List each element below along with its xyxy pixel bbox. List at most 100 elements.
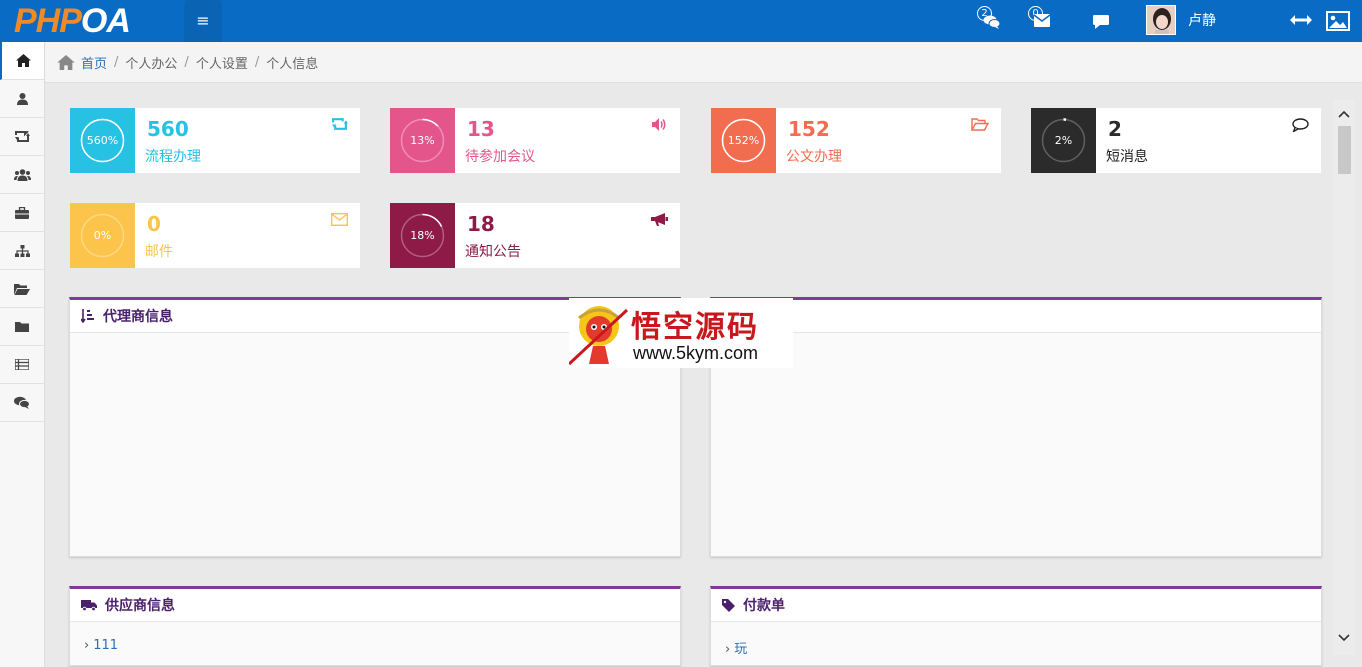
briefcase-icon <box>15 206 29 219</box>
folder-open-icon <box>971 118 989 131</box>
stat-number: 152 <box>788 117 830 141</box>
messages-button[interactable]: 2 <box>977 6 1007 34</box>
wallpaper-button[interactable] <box>1322 5 1350 31</box>
logo-oa: OA <box>80 2 131 40</box>
sort-amount-icon <box>81 309 94 323</box>
main-scrollbar[interactable] <box>1333 100 1355 655</box>
watermark-url: www.5kym.com <box>633 343 759 363</box>
scrollbar-thumb[interactable] <box>1338 126 1351 174</box>
menu-toggle-button[interactable]: ≡ <box>186 0 220 42</box>
breadcrumb-personal-office[interactable]: 个人办公 <box>125 53 177 72</box>
stat-percent: 0% <box>93 229 112 242</box>
avatar[interactable] <box>1146 5 1176 35</box>
breadcrumb-personal-settings[interactable]: 个人设置 <box>196 53 248 72</box>
stat-box-meetings[interactable]: 13% 13 待参加会议 <box>390 108 680 173</box>
sidebar-item-organization[interactable] <box>0 232 44 270</box>
envelope-icon <box>331 213 348 226</box>
stat-number: 13 <box>467 117 495 141</box>
home-icon <box>15 54 31 67</box>
stat-box-announcements[interactable]: 18% 18 通知公告 <box>390 203 680 268</box>
sidebar-item-messages[interactable] <box>0 384 44 422</box>
stat-box-workflow[interactable]: 560% 560 流程办理 <box>70 108 360 173</box>
user-icon <box>16 92 28 105</box>
scroll-down-arrow-icon[interactable] <box>1338 631 1350 643</box>
sidebar-item-users[interactable] <box>0 156 44 194</box>
stat-box-mail[interactable]: 0% 0 邮件 <box>70 203 360 268</box>
stat-label: 短消息 <box>1106 149 1148 165</box>
mail-button[interactable]: 0 <box>1028 6 1058 34</box>
stat-number: 0 <box>147 212 161 236</box>
list-item-label: 玩 <box>734 642 748 657</box>
sidebar-item-documents[interactable] <box>0 270 44 308</box>
stat-icon-block: 13% <box>390 108 455 173</box>
stat-number: 2 <box>1108 117 1122 141</box>
home-icon <box>57 54 75 70</box>
stat-number: 560 <box>147 117 189 141</box>
monkey-king-logo <box>569 306 629 366</box>
stat-label: 流程办理 <box>145 149 201 165</box>
sidebar-item-office[interactable] <box>0 194 44 232</box>
stat-label: 通知公告 <box>465 244 521 260</box>
sitemap-icon <box>14 244 30 257</box>
stat-percent: 560% <box>86 134 119 147</box>
breadcrumb-separator: / <box>184 54 189 70</box>
stat-icon-block: 152% <box>711 108 776 173</box>
panel-payment-orders: 付款单 › 玩 <box>710 586 1322 666</box>
avatar-image <box>1147 6 1175 34</box>
list-icon <box>15 359 29 370</box>
panel-header: 供应商信息 <box>70 589 680 622</box>
stat-percent: 13% <box>410 134 435 147</box>
breadcrumb-separator: / <box>114 54 119 70</box>
sidebar-item-user[interactable] <box>0 80 44 118</box>
logo-php: PHP <box>14 2 82 40</box>
scroll-up-arrow-icon[interactable] <box>1338 109 1350 121</box>
username[interactable]: 卢静 <box>1188 10 1216 30</box>
sidebar-item-home[interactable] <box>0 42 44 80</box>
panel-supplier-info: 供应商信息 › 111 <box>69 586 681 666</box>
stat-icon-block: 2% <box>1031 108 1096 173</box>
stat-icon-block: 18% <box>390 203 455 268</box>
stat-box-documents[interactable]: 152% 152 公文办理 <box>711 108 1001 173</box>
arrows-h-icon <box>1290 15 1312 25</box>
list-item[interactable]: › 111 <box>70 622 680 653</box>
panel-header: 付款单 <box>711 589 1321 622</box>
stat-percent: 152% <box>727 134 760 147</box>
panel-unnamed <box>710 297 1322 557</box>
tag-icon <box>722 598 735 612</box>
watermark-title: 悟空源码 <box>631 310 759 345</box>
comments-icon <box>983 15 1001 29</box>
stat-icon-block: 0% <box>70 203 135 268</box>
sidebar-item-workflow[interactable] <box>0 118 44 156</box>
fullscreen-toggle-button[interactable] <box>1286 8 1314 34</box>
sidebar <box>0 42 45 667</box>
breadcrumb-personal-info: 个人信息 <box>266 56 319 72</box>
comments-icon <box>14 396 30 409</box>
breadcrumb-home-link[interactable]: 首页 <box>81 53 107 72</box>
volume-up-icon <box>652 118 666 131</box>
retweet-icon <box>332 118 348 130</box>
envelope-icon <box>1034 14 1050 27</box>
chat-button[interactable] <box>1088 8 1116 34</box>
stat-label: 待参加会议 <box>465 149 535 165</box>
stat-label: 公文办理 <box>786 149 842 165</box>
logo[interactable]: PHPOA <box>14 2 131 40</box>
watermark: 悟空源码 www.5kym.com <box>569 298 793 368</box>
stat-number: 18 <box>467 212 495 236</box>
stat-box-messages[interactable]: 2% 2 短消息 <box>1031 108 1321 173</box>
sidebar-item-list[interactable] <box>0 346 44 384</box>
comment-icon <box>1093 15 1109 29</box>
panel-title: 供应商信息 <box>105 598 175 614</box>
folder-icon <box>15 322 29 332</box>
list-item[interactable]: › 玩 <box>711 622 1321 657</box>
panel-title: 付款单 <box>743 598 785 614</box>
sidebar-item-files[interactable] <box>0 308 44 346</box>
stat-icon-block: 560% <box>70 108 135 173</box>
folder-open-icon <box>14 283 30 295</box>
stat-percent: 2% <box>1054 134 1073 147</box>
picture-icon <box>1326 11 1350 31</box>
breadcrumb-separator: / <box>254 54 260 70</box>
bullhorn-icon <box>651 213 668 226</box>
stat-label: 邮件 <box>145 244 173 260</box>
users-icon <box>13 168 31 181</box>
chevron-right-icon: › <box>84 638 90 653</box>
